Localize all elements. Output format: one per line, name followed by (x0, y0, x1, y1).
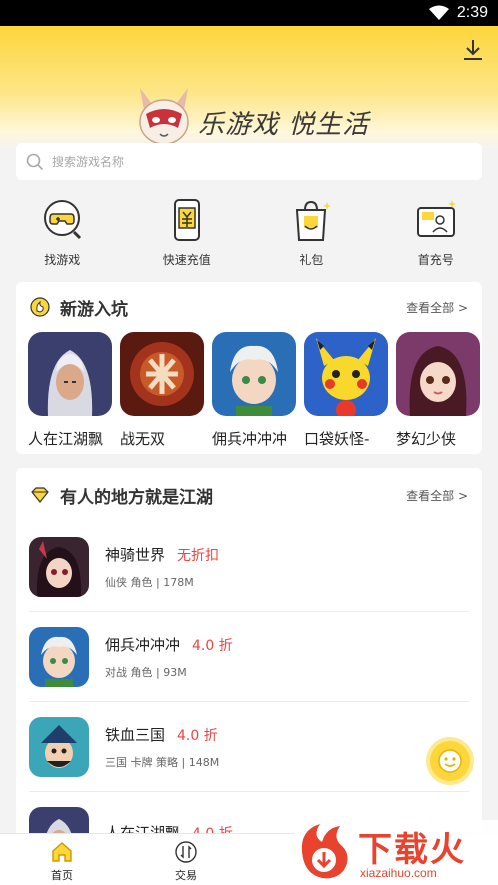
quick-gift[interactable]: 礼包 (249, 196, 374, 272)
game-card[interactable]: 人在江湖飘 (28, 332, 120, 449)
search-icon (26, 153, 44, 170)
gift-bag-icon (296, 200, 332, 241)
game-name: 佣兵冲冲冲 (212, 430, 288, 448)
new-games-list: 人在江湖飘 战无双 佣兵冲冲冲 口袋妖怪- 梦幻少侠 (16, 332, 482, 449)
header-banner: 乐游戏 悦生活 (0, 26, 498, 150)
customer-service-button[interactable] (430, 741, 470, 781)
list-item[interactable]: 神骑世界 无折扣 仙侠 角色 | 178M (29, 522, 469, 612)
quick-recharge[interactable]: 快速充值 (125, 196, 250, 272)
game-meta: 对战 角色 | 93M (105, 665, 187, 679)
game-name: 战无双 (120, 430, 166, 448)
game-icon-shenqishijie (29, 536, 89, 597)
jianghu-more-link[interactable]: 查看全部 > (406, 487, 468, 504)
game-card[interactable]: 口袋妖怪- (304, 332, 396, 449)
game-card[interactable]: 佣兵冲冲冲 (212, 332, 304, 449)
game-icon-koudaiyaoguai (304, 332, 388, 416)
game-name: 神骑世界 (105, 545, 166, 564)
game-icon-renzaijianghupiao (28, 332, 112, 416)
watermark-text: 下载火 (358, 830, 466, 870)
smile-face-icon (438, 749, 462, 773)
status-bar: 2:39 (0, 0, 498, 26)
game-name: 口袋妖怪- (304, 430, 370, 448)
jianghu-card: 有人的地方就是江湖 查看全部 > 神骑世界 无折扣 仙侠 角色 | 178M 佣兵… (16, 468, 482, 848)
list-item[interactable]: 佣兵冲冲冲 4.0 折 对战 角色 | 93M (29, 612, 469, 702)
quick-gift-label: 礼包 (299, 253, 324, 267)
quick-find-game[interactable]: 找游戏 (0, 196, 125, 272)
watermark: 下载火 xiazaihuo.com (294, 820, 498, 885)
gamepad-search-icon (44, 200, 82, 240)
quick-first-charge[interactable]: 首充号 (374, 196, 498, 272)
home-icon (52, 842, 72, 862)
fire-badge-icon (30, 297, 50, 317)
jianghu-header: 有人的地方就是江湖 查看全部 > (16, 468, 482, 522)
header-slogan: 乐游戏 悦生活 (198, 110, 370, 140)
game-name: 梦幻少侠 (396, 430, 457, 448)
trade-icon (175, 841, 197, 863)
discount-label: 4.0 折 (177, 727, 218, 744)
game-meta: 三国 卡牌 策略 | 148M (105, 755, 220, 769)
game-name: 铁血三国 (105, 725, 166, 744)
mascot-logo-icon (139, 88, 189, 145)
download-icon[interactable] (462, 38, 484, 62)
new-games-more-link[interactable]: 查看全部 > (406, 299, 468, 316)
discount-label: 4.0 折 (192, 637, 233, 654)
game-meta: 仙侠 角色 | 178M (105, 575, 194, 589)
status-time: 2:39 (456, 4, 488, 21)
game-icon-tiexuesanguo (29, 716, 89, 777)
discount-label: 无折扣 (177, 547, 220, 564)
tab-home-label: 首页 (51, 869, 73, 882)
game-icon-menghuanshaoxia (396, 332, 480, 416)
game-card[interactable]: 梦幻少侠 (396, 332, 482, 449)
new-games-card: 新游入坑 查看全部 > 人在江湖飘 战无双 佣兵冲冲冲 口袋妖怪- 梦幻少侠 (16, 282, 482, 454)
watermark-url: xiazaihuo.com (360, 866, 437, 880)
game-name: 佣兵冲冲冲 (105, 635, 181, 654)
list-item[interactable]: 铁血三国 4.0 折 三国 卡牌 策略 | 148M (29, 702, 469, 792)
flame-logo-icon (301, 824, 348, 879)
recharge-icon (173, 199, 200, 241)
game-name: 人在江湖飘 (28, 430, 104, 448)
account-card-icon (416, 200, 456, 237)
game-icon-zhanwushuang (120, 332, 204, 416)
tab-home[interactable]: 首页 (0, 834, 124, 885)
quick-actions: 找游戏 快速充值 礼包 首充号 (0, 196, 498, 272)
jianghu-title: 有人的地方就是江湖 (60, 487, 213, 508)
wifi-icon (428, 5, 449, 20)
game-card[interactable]: 战无双 (120, 332, 212, 449)
search-input[interactable] (52, 154, 452, 169)
search-bar[interactable] (16, 143, 482, 180)
game-icon-yongbingchongchongchong (212, 332, 296, 416)
game-icon-yongbingchongchongchong (29, 626, 89, 687)
quick-find-game-label: 找游戏 (44, 253, 81, 267)
quick-recharge-label: 快速充值 (162, 253, 211, 267)
new-games-title: 新游入坑 (60, 299, 128, 320)
tab-trade-label: 交易 (175, 869, 197, 882)
new-games-header: 新游入坑 查看全部 > (16, 282, 482, 332)
quick-first-charge-label: 首充号 (417, 253, 454, 267)
diamond-badge-icon (31, 487, 49, 503)
tab-trade[interactable]: 交易 (124, 834, 248, 885)
